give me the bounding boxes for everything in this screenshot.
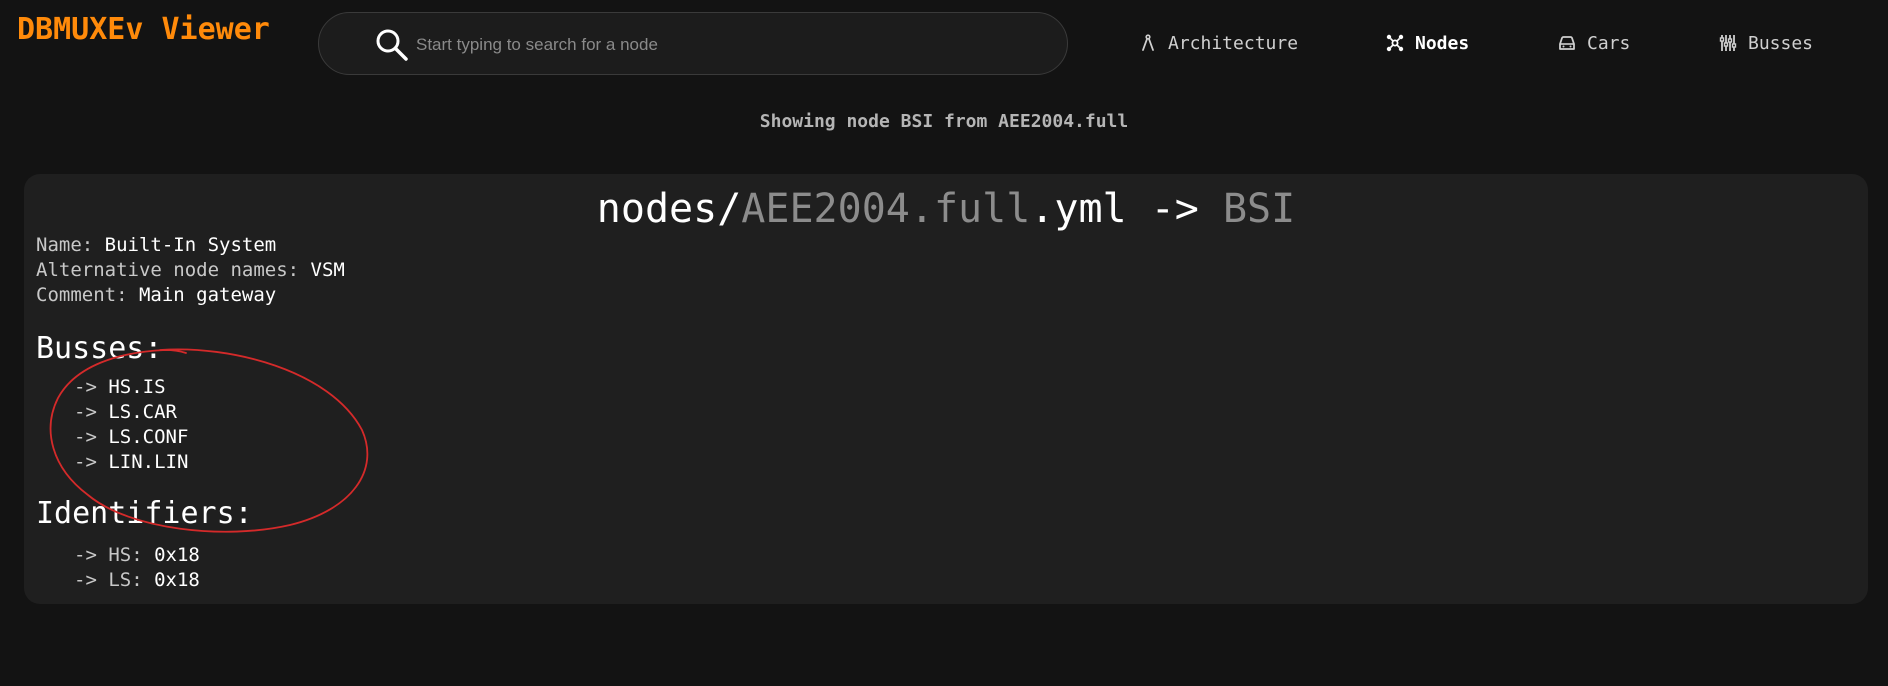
bus-link[interactable]: LS.CONF [108, 426, 188, 448]
title-ext: .yml [1030, 186, 1127, 232]
title-node: BSI [1222, 186, 1296, 232]
search-bar[interactable] [318, 12, 1068, 75]
search-input[interactable] [414, 27, 978, 63]
bus-arrow: -> [74, 376, 109, 398]
title-file: AEE2004.full [741, 186, 1031, 232]
busses-icon [1719, 35, 1737, 51]
field-alt-value: VSM [310, 259, 345, 281]
nav-architecture-label: Architecture [1168, 32, 1299, 54]
identifier-arrow: -> [74, 569, 109, 591]
nodes-icon [1386, 34, 1404, 52]
field-name-label: Name: [36, 234, 105, 256]
nav-cars-label: Cars [1587, 32, 1631, 54]
field-comment: Comment: Main gateway [36, 284, 276, 306]
bus-arrow: -> [74, 426, 109, 448]
field-name-value: Built-In System [104, 234, 277, 256]
nav-busses[interactable]: Busses [1718, 30, 1813, 56]
bus-arrow: -> [74, 401, 109, 423]
architecture-icon [1142, 34, 1154, 51]
field-alt-label: Alternative node names: [36, 259, 311, 281]
card-title: nodes/AEE2004.full.yml -> BSI [24, 186, 1868, 232]
busses-list: -> HS.IS -> LS.CAR -> LS.CONF -> LIN.LIN [74, 375, 188, 475]
identifier-bus: HS: [108, 544, 155, 566]
car-icon [1559, 36, 1575, 50]
nav-cars[interactable]: Cars [1557, 30, 1630, 56]
identifier-arrow: -> [74, 544, 109, 566]
identifier-value: 0x18 [154, 544, 200, 566]
bus-link[interactable]: LIN.LIN [108, 451, 188, 473]
identifier-bus: LS: [108, 569, 155, 591]
bus-link[interactable]: HS.IS [108, 376, 165, 398]
title-prefix: nodes/ [596, 186, 742, 232]
title-separator: -> [1126, 186, 1223, 232]
field-alt-names: Alternative node names: VSM [36, 259, 345, 281]
field-comment-value: Main gateway [138, 284, 277, 306]
identifier-item: -> HS: 0x18 [74, 543, 200, 568]
nav-architecture[interactable]: Architecture [1138, 30, 1298, 56]
search-icon [376, 29, 408, 61]
app-logo-title[interactable]: DBMUXEv Viewer [17, 12, 270, 47]
identifier-item: -> LS: 0x18 [74, 568, 200, 593]
nav-nodes[interactable]: Nodes [1385, 30, 1469, 56]
bus-link[interactable]: LS.CAR [108, 401, 177, 423]
bus-item[interactable]: -> LS.CAR [74, 400, 188, 425]
bus-item[interactable]: -> HS.IS [74, 375, 188, 400]
field-comment-label: Comment: [36, 284, 139, 306]
identifiers-heading: Identifiers: [36, 496, 253, 531]
nav-nodes-label: Nodes [1415, 32, 1470, 54]
field-name: Name: Built-In System [36, 234, 276, 256]
bus-item[interactable]: -> LS.CONF [74, 425, 188, 450]
nav-busses-label: Busses [1748, 32, 1814, 54]
bus-item[interactable]: -> LIN.LIN [74, 450, 188, 475]
identifiers-list: -> HS: 0x18 -> LS: 0x18 [74, 543, 200, 593]
page-subtitle: Showing node BSI from AEE2004.full [759, 111, 1129, 132]
bus-arrow: -> [74, 451, 109, 473]
identifier-value: 0x18 [154, 569, 200, 591]
busses-heading: Busses: [36, 331, 163, 366]
node-card: nodes/AEE2004.full.yml -> BSI Name: Buil… [24, 174, 1868, 604]
